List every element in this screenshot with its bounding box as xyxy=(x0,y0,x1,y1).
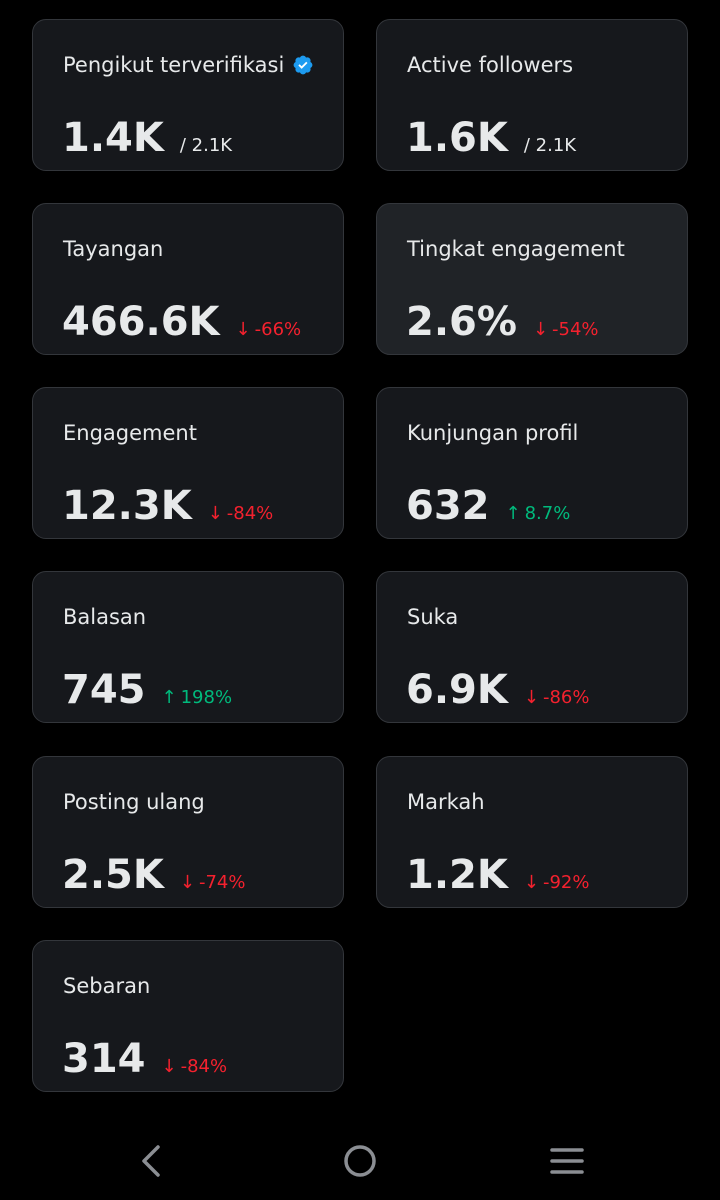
arrow-down-icon: ↓ xyxy=(207,503,223,524)
card-title: Engagement xyxy=(63,420,197,446)
change-value: -84% xyxy=(226,503,274,524)
card-title: Balasan xyxy=(63,604,146,630)
change-indicator: ↓ -84% xyxy=(162,1056,228,1077)
change-indicator: ↓ -86% xyxy=(524,687,590,708)
back-button[interactable] xyxy=(130,1140,174,1184)
card-value: 1.2K xyxy=(406,852,508,898)
value-row: 466.6K ↓ -66% xyxy=(62,300,301,344)
value-row: 2.6% ↓ -54% xyxy=(406,300,599,344)
back-icon xyxy=(142,1145,160,1177)
change-indicator: ↓ -84% xyxy=(208,503,274,524)
card-title: Posting ulang xyxy=(63,789,205,815)
card-title-text: Tingkat engagement xyxy=(407,237,625,261)
card-title: Sebaran xyxy=(63,973,150,999)
stat-card-active-followers[interactable]: Active followers 1.6K / 2.1K xyxy=(376,19,688,171)
card-title-text: Posting ulang xyxy=(63,790,205,814)
stat-card-likes[interactable]: Suka 6.9K ↓ -86% xyxy=(376,571,688,723)
card-value: 2.6% xyxy=(406,299,517,345)
card-value: 2.5K xyxy=(62,852,164,898)
change-indicator: ↓ -74% xyxy=(180,872,246,893)
card-title: Active followers xyxy=(407,52,573,78)
card-title-text: Active followers xyxy=(407,53,574,77)
recent-apps-icon xyxy=(550,1148,584,1174)
change-indicator: ↑ 8.7% xyxy=(506,503,571,524)
card-value: 745 xyxy=(62,667,146,713)
card-title-text: Balasan xyxy=(63,605,147,629)
card-title: Tingkat engagement xyxy=(407,236,625,262)
arrow-up-icon: ↑ xyxy=(161,687,177,708)
card-title-text: Pengikut terverifikasi xyxy=(63,53,285,77)
stat-card-impressions[interactable]: Tayangan 466.6K ↓ -66% xyxy=(32,203,344,355)
change-indicator: ↓ -92% xyxy=(524,872,590,893)
arrow-down-icon: ↓ xyxy=(523,687,539,708)
stat-card-replies[interactable]: Balasan 745 ↑ 198% xyxy=(32,571,344,723)
stat-card-shares[interactable]: Sebaran 314 ↓ -84% xyxy=(32,940,344,1092)
home-icon xyxy=(344,1145,376,1177)
card-value: 466.6K xyxy=(62,299,220,345)
card-title: Pengikut terverifikasi xyxy=(63,52,314,78)
arrow-up-icon: ↑ xyxy=(505,503,521,524)
card-title-text: Kunjungan profil xyxy=(407,421,579,445)
stat-card-engagement[interactable]: Engagement 12.3K ↓ -84% xyxy=(32,387,344,539)
change-value: 198% xyxy=(180,687,233,708)
card-title-text: Engagement xyxy=(63,421,197,445)
change-value: -54% xyxy=(552,319,599,340)
value-row: 1.4K / 2.1K xyxy=(62,116,232,160)
change-indicator: ↓ -54% xyxy=(533,319,599,340)
value-row: 6.9K ↓ -86% xyxy=(406,668,589,712)
arrow-down-icon: ↓ xyxy=(179,872,195,893)
verified-badge-icon xyxy=(293,55,313,75)
recent-apps-button[interactable] xyxy=(545,1140,589,1184)
value-row: 632 ↑ 8.7% xyxy=(406,484,570,528)
stat-card-verified-followers[interactable]: Pengikut terverifikasi 1.4K / 2.1K xyxy=(32,19,344,171)
stat-card-profile-visits[interactable]: Kunjungan profil 632 ↑ 8.7% xyxy=(376,387,688,539)
card-title: Markah xyxy=(407,789,485,815)
value-row: 1.2K ↓ -92% xyxy=(406,853,589,897)
card-total: / 2.1K xyxy=(523,135,577,156)
card-value: 632 xyxy=(406,483,490,529)
value-row: 12.3K ↓ -84% xyxy=(62,484,273,528)
card-title: Tayangan xyxy=(63,236,163,262)
card-title-text: Sebaran xyxy=(63,974,151,998)
card-value: 1.4K xyxy=(62,115,164,161)
card-title-text: Tayangan xyxy=(63,237,164,261)
system-navigation-bar xyxy=(0,1120,720,1200)
stat-card-reposts[interactable]: Posting ulang 2.5K ↓ -74% xyxy=(32,756,344,908)
arrow-down-icon: ↓ xyxy=(235,319,251,340)
stat-card-engagement-rate[interactable]: Tingkat engagement 2.6% ↓ -54% xyxy=(376,203,688,355)
change-value: -86% xyxy=(542,687,590,708)
card-value: 12.3K xyxy=(62,483,192,529)
card-value: 6.9K xyxy=(406,667,508,713)
value-row: 745 ↑ 198% xyxy=(62,668,232,712)
card-value: 314 xyxy=(62,1036,146,1082)
stat-card-bookmarks[interactable]: Markah 1.2K ↓ -92% xyxy=(376,756,688,908)
change-value: -66% xyxy=(254,319,302,340)
change-indicator: ↑ 198% xyxy=(162,687,233,708)
change-value: 8.7% xyxy=(524,503,571,524)
change-indicator: ↓ -66% xyxy=(236,319,302,340)
card-title: Suka xyxy=(407,604,458,630)
change-value: -92% xyxy=(542,872,590,893)
arrow-down-icon: ↓ xyxy=(523,872,539,893)
home-button[interactable] xyxy=(338,1140,382,1184)
arrow-down-icon: ↓ xyxy=(532,319,549,340)
value-row: 314 ↓ -84% xyxy=(62,1037,227,1081)
card-value: 1.6K xyxy=(406,115,508,161)
arrow-down-icon: ↓ xyxy=(161,1056,177,1077)
value-row: 1.6K / 2.1K xyxy=(406,116,576,160)
card-title: Kunjungan profil xyxy=(407,420,578,446)
value-row: 2.5K ↓ -74% xyxy=(62,853,245,897)
card-title-text: Suka xyxy=(407,605,459,629)
card-total: / 2.1K xyxy=(179,135,233,156)
change-value: -84% xyxy=(180,1056,228,1077)
change-value: -74% xyxy=(198,872,246,893)
card-title-text: Markah xyxy=(407,790,485,814)
